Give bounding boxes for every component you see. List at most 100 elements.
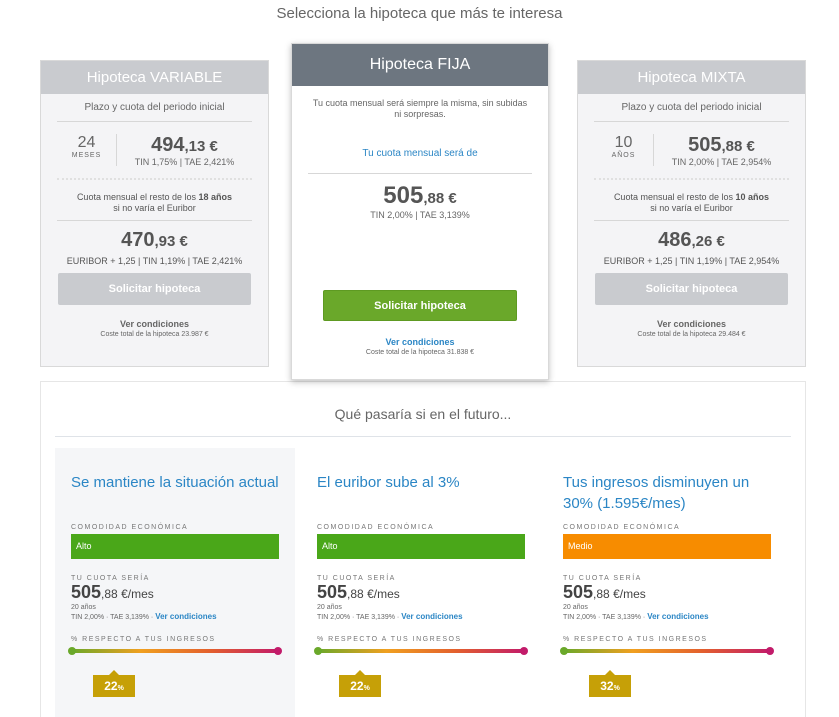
price: 505,88 € [292, 182, 548, 210]
scenario-card: Tus ingresos disminuyen un 30% (1.595€/m… [547, 448, 787, 717]
plazo-number: 10 [614, 134, 633, 151]
divider [308, 173, 532, 174]
rates2: EURIBOR + 1,25 | TIN 1,19% | TAE 2,954% [603, 256, 780, 266]
total-cost: Coste total de la hipoteca 23.987 € [100, 331, 209, 338]
plazo-row: 24 MESES 494,13 € TIN 1,75% | TAE 2,421% [57, 122, 252, 178]
rates: TIN 2,00% · TAE 3,139% · [71, 614, 154, 621]
cuota-label: TU CUOTA SERÍA [317, 575, 396, 582]
comodidad-level: Medio [563, 534, 771, 559]
scenario-title: Se mantiene la situación actual [71, 474, 279, 491]
ver-condiciones-link[interactable]: Ver condiciones [578, 319, 805, 329]
wave-divider [57, 178, 252, 186]
ver-condiciones-link[interactable]: Ver condiciones [647, 612, 708, 621]
comodidad-level: Alto [317, 534, 525, 559]
plazo-unit: MESES [71, 152, 102, 159]
cuota-dec: ,88 €/mes [101, 587, 154, 601]
future-title: Qué pasaría si en el futuro... [334, 406, 512, 422]
divider [57, 220, 252, 221]
cuota-int: 505 [71, 582, 102, 602]
scenario-title: El euribor sube al 3% [317, 474, 460, 491]
bar-start-dot [560, 647, 568, 655]
cuota-dec: ,88 €/mes [347, 587, 400, 601]
plazo-cuota: 505,88 € TIN 2,00% | TAE 2,954% [654, 134, 789, 167]
rates: TIN 2,00% | TAE 3,139% [370, 210, 470, 220]
respecto-label: % RESPECTO A TUS INGRESOS [317, 636, 462, 643]
rates2: EURIBOR + 1,25 | TIN 1,19% | TAE 2,421% [66, 256, 243, 266]
cuota-label: Tu cuota mensual será de [362, 148, 478, 159]
income-percentage-badge: 22% [339, 670, 381, 697]
ver-condiciones-link[interactable]: Ver condiciones [292, 337, 548, 347]
rates: TIN 2,00% · TAE 3,139% · [317, 614, 400, 621]
plazo-duration: 24 MESES [57, 134, 117, 166]
years: 20 años [563, 604, 588, 611]
scenario-card: El euribor sube al 3% COMODIDAD ECONÓMIC… [301, 448, 541, 717]
card-hipoteca-fija: Hipoteca FIJA Tu cuota mensual será siem… [291, 43, 549, 380]
comodidad-level: Alto [71, 534, 279, 559]
plazo-number: 24 [77, 134, 96, 151]
rates: TIN 2,00% | TAE 2,954% [671, 156, 772, 167]
cuota-int: 505 [563, 582, 594, 602]
cuota-label: TU CUOTA SERÍA [71, 575, 150, 582]
cuota-int: 505 [317, 582, 348, 602]
bar-end-dot [520, 647, 528, 655]
income-ratio-bar [68, 647, 282, 655]
card-description: Tu cuota mensual será siempre la misma, … [312, 98, 528, 119]
cuota-value: 505,88 €/mes 20 años TIN 2,00% · TAE 3,1… [71, 582, 279, 622]
plazo-duration: 10 AÑOS [594, 134, 654, 166]
comodidad-label: COMODIDAD ECONÓMICA [317, 524, 435, 531]
price2-dec: ,93 € [154, 233, 188, 250]
years: 20 años [71, 604, 96, 611]
price-after: 486,26 € [578, 229, 805, 252]
bar-start-dot [68, 647, 76, 655]
cuota-value: 505,88 €/mes 20 años TIN 2,00% · TAE 3,1… [317, 582, 525, 622]
solicitar-hipoteca-button[interactable]: Solicitar hipoteca [595, 273, 788, 305]
plazo-unit: AÑOS [611, 152, 636, 159]
rates: TIN 1,75% | TAE 2,421% [134, 156, 235, 167]
price-int: 505 [383, 182, 424, 209]
card-hipoteca-mixta: Hipoteca MIXTA Plazo y cuota del periodo… [577, 60, 806, 367]
note: Cuota mensual el resto de los 10 años si … [613, 192, 770, 213]
price-dec: ,88 € [423, 190, 457, 207]
solicitar-hipoteca-button[interactable]: Solicitar hipoteca [323, 290, 517, 321]
future-scenarios-panel: Qué pasaría si en el futuro... Se mantie… [40, 381, 806, 717]
divider [55, 436, 791, 437]
comodidad-label: COMODIDAD ECONÓMICA [563, 524, 681, 531]
card-subtitle: Plazo y cuota del periodo inicial [84, 102, 225, 113]
ver-condiciones-link[interactable]: Ver condiciones [155, 612, 216, 621]
price2-int: 486 [658, 229, 692, 251]
price2-dec: ,26 € [691, 233, 725, 250]
card-title: Hipoteca VARIABLE [41, 61, 268, 94]
comodidad-label: COMODIDAD ECONÓMICA [71, 524, 189, 531]
page-title: Selecciona la hipoteca que más te intere… [276, 5, 563, 22]
respecto-label: % RESPECTO A TUS INGRESOS [71, 636, 216, 643]
price-after: 470,93 € [41, 229, 268, 252]
scenario-card: Se mantiene la situación actual COMODIDA… [55, 448, 295, 717]
plazo-cuota: 494,13 € TIN 1,75% | TAE 2,421% [117, 134, 252, 167]
solicitar-hipoteca-button[interactable]: Solicitar hipoteca [58, 273, 251, 305]
total-cost: Coste total de la hipoteca 31.838 € [365, 349, 475, 356]
cuota-dec: ,88 €/mes [593, 587, 646, 601]
scenario-title: Tus ingresos disminuyen un 30% (1.595€/m… [563, 474, 750, 512]
price-int: 505 [688, 133, 722, 156]
card-title: Hipoteca MIXTA [578, 61, 805, 94]
income-percentage-badge: 22% [93, 670, 135, 697]
bar-start-dot [314, 647, 322, 655]
wave-divider [594, 178, 789, 186]
income-ratio-bar [560, 647, 774, 655]
card-subtitle: Plazo y cuota del periodo inicial [621, 102, 762, 113]
income-ratio-bar [314, 647, 528, 655]
price-int: 494 [151, 133, 185, 156]
years: 20 años [317, 604, 342, 611]
card-title: Hipoteca FIJA [292, 44, 548, 86]
price2-int: 470 [121, 229, 155, 251]
divider [594, 220, 789, 221]
bar-end-dot [274, 647, 282, 655]
cuota-label: TU CUOTA SERÍA [563, 575, 642, 582]
note: Cuota mensual el resto de los 18 años si … [76, 192, 233, 213]
price-dec: ,13 € [184, 137, 218, 155]
plazo-row: 10 AÑOS 505,88 € TIN 2,00% | TAE 2,954% [594, 122, 789, 178]
bar-end-dot [766, 647, 774, 655]
ver-condiciones-link[interactable]: Ver condiciones [41, 319, 268, 329]
ver-condiciones-link[interactable]: Ver condiciones [401, 612, 462, 621]
respecto-label: % RESPECTO A TUS INGRESOS [563, 636, 708, 643]
